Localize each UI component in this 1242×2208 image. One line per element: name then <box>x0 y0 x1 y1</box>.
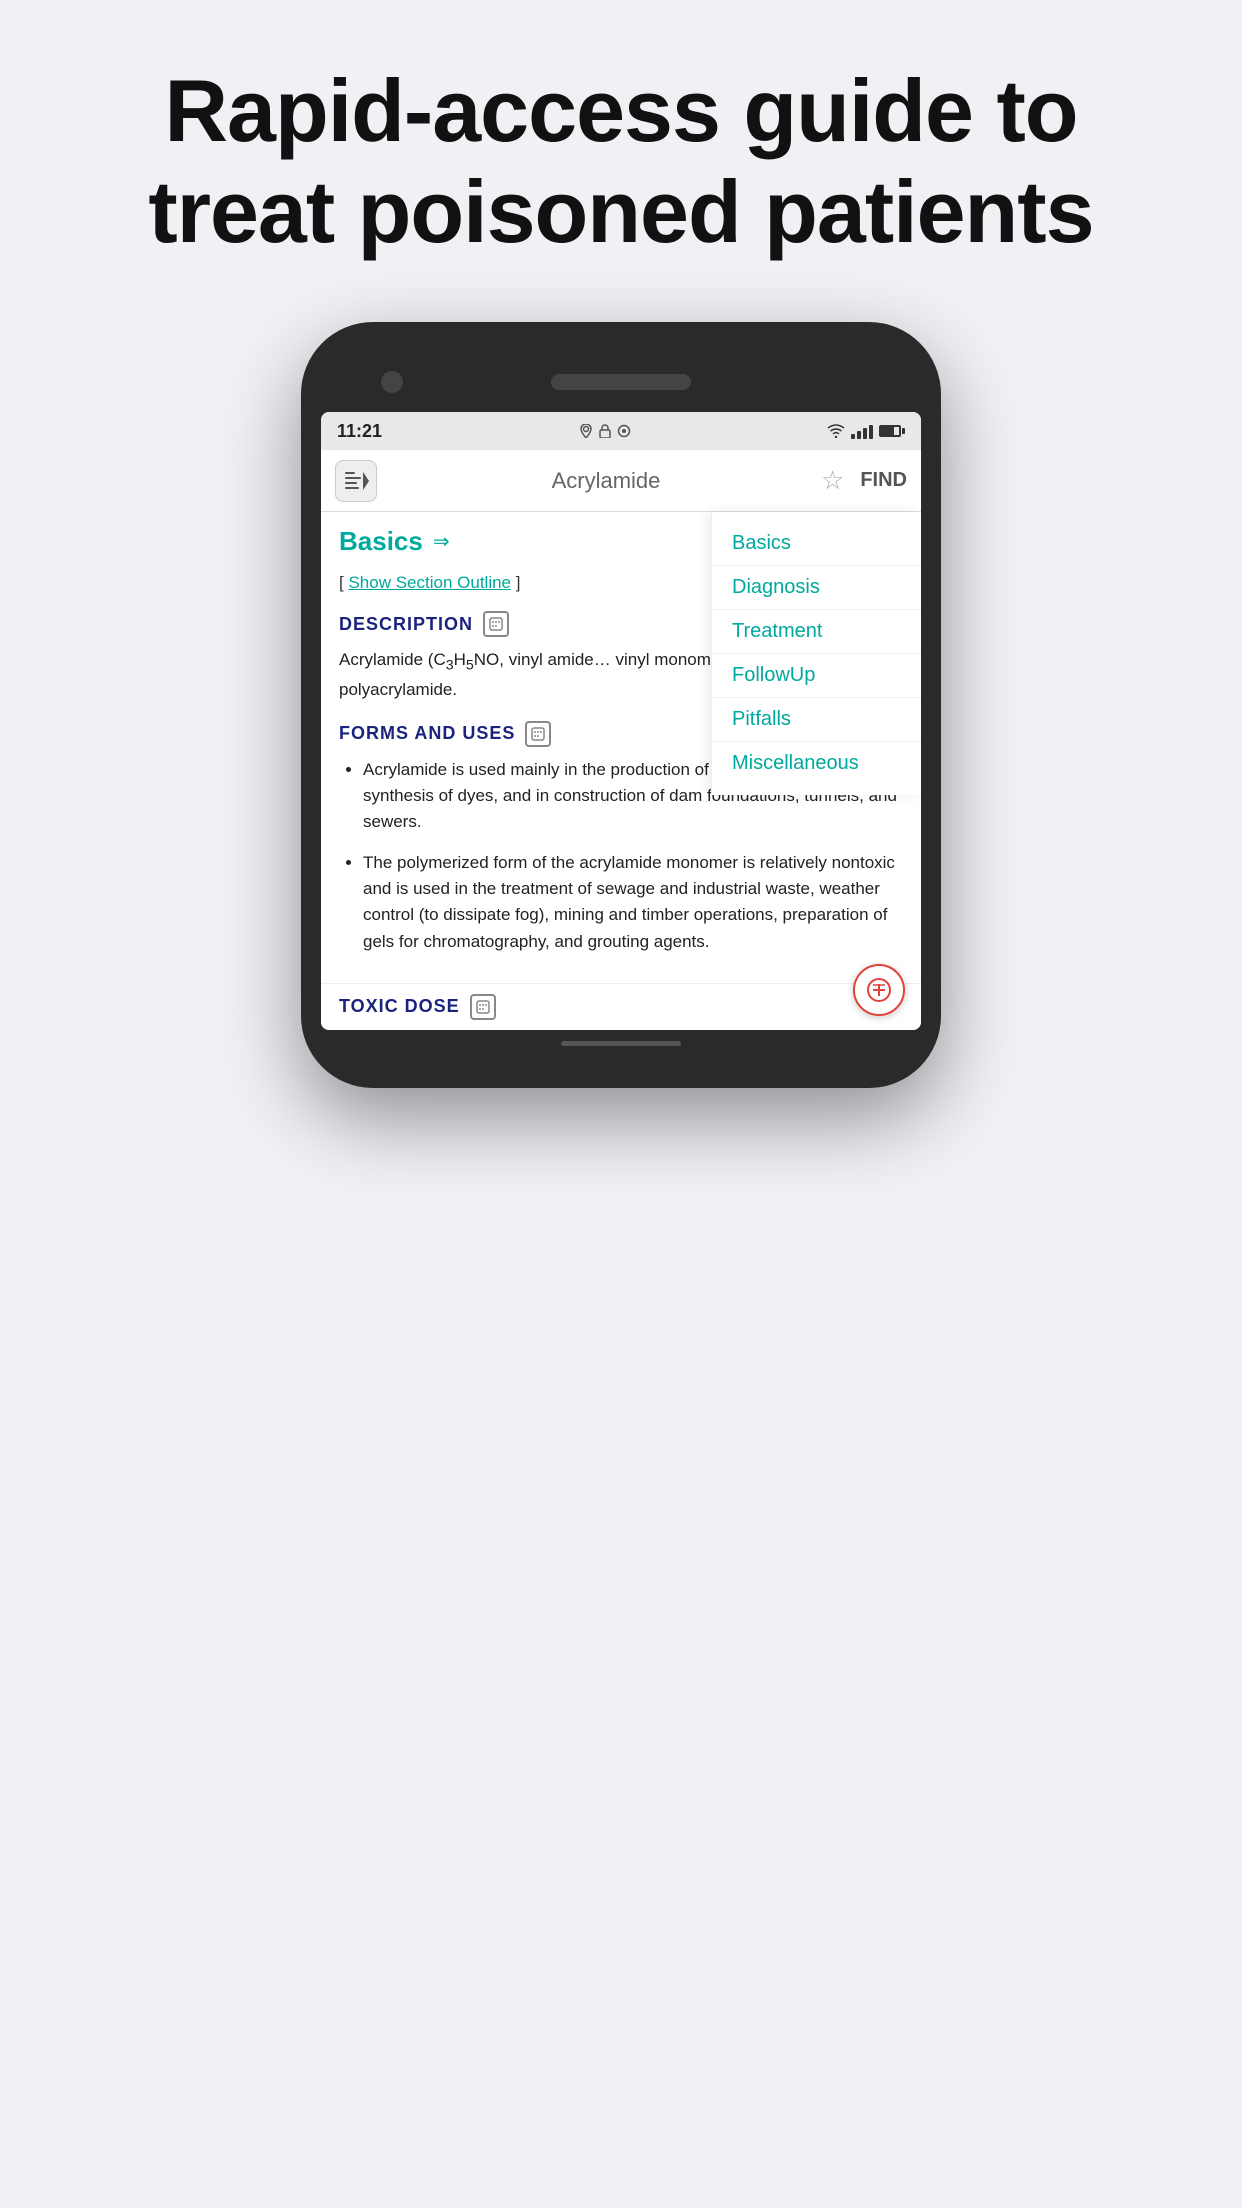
find-button[interactable]: FIND <box>860 469 907 492</box>
toxic-dose-heading-text: TOXIC DOSE <box>339 996 460 1017</box>
fab-button[interactable] <box>853 964 905 1016</box>
arrow-right-icon: ⇒ <box>433 529 450 554</box>
forms-uses-section-icon[interactable] <box>525 721 551 747</box>
header-actions: ☆ FIND <box>821 465 907 496</box>
phone-top-bar <box>321 352 921 412</box>
signal-bars <box>851 423 873 439</box>
phone-screen: 11:21 <box>321 412 921 1030</box>
phone-camera <box>381 371 403 393</box>
toxic-dose-section-icon[interactable] <box>470 994 496 1020</box>
status-icons-left <box>579 424 631 438</box>
nav-item-treatment[interactable]: Treatment <box>712 610 921 654</box>
wifi-icon <box>827 424 845 438</box>
toxic-dose-heading: TOXIC DOSE <box>321 983 921 1030</box>
basics-label: Basics <box>339 526 423 557</box>
description-section-icon[interactable] <box>483 611 509 637</box>
status-bar: 11:21 <box>321 412 921 450</box>
hero-title: Rapid-access guide to treat poisoned pat… <box>0 0 1242 312</box>
app-title: Acrylamide <box>391 468 821 494</box>
nav-item-miscellaneous[interactable]: Miscellaneous <box>712 742 921 785</box>
lock-icon <box>599 424 611 438</box>
bullet-item-2: The polymerized form of the acrylamide m… <box>363 850 905 955</box>
nav-item-basics[interactable]: Basics <box>712 522 921 566</box>
nav-item-followup[interactable]: FollowUp <box>712 654 921 698</box>
app-header: Acrylamide ☆ FIND <box>321 450 921 512</box>
outline-bracket-open: [ <box>339 573 344 592</box>
outline-bracket-close: ] <box>516 573 521 592</box>
sync-icon <box>617 424 631 438</box>
status-time: 11:21 <box>337 421 382 442</box>
app-logo[interactable] <box>335 460 377 502</box>
fab-icon <box>866 977 892 1003</box>
favorite-button[interactable]: ☆ <box>821 465 844 496</box>
status-icons-right <box>827 423 905 439</box>
phone-mockup: 11:21 <box>301 322 941 1088</box>
nav-item-diagnosis[interactable]: Diagnosis <box>712 566 921 610</box>
phone-speaker <box>551 374 691 390</box>
forms-uses-heading-text: FORMS AND USES <box>339 723 515 744</box>
battery-indicator <box>879 425 905 437</box>
location-icon <box>579 424 593 438</box>
description-heading-text: DESCRIPTION <box>339 614 473 635</box>
nav-item-pitfalls[interactable]: Pitfalls <box>712 698 921 742</box>
section-nav-overlay: Basics Diagnosis Treatment FollowUp Pitf… <box>711 512 921 795</box>
show-section-outline-link[interactable]: Show Section Outline <box>348 573 511 592</box>
content-wrapper: Basics Diagnosis Treatment FollowUp Pitf… <box>321 512 921 1030</box>
